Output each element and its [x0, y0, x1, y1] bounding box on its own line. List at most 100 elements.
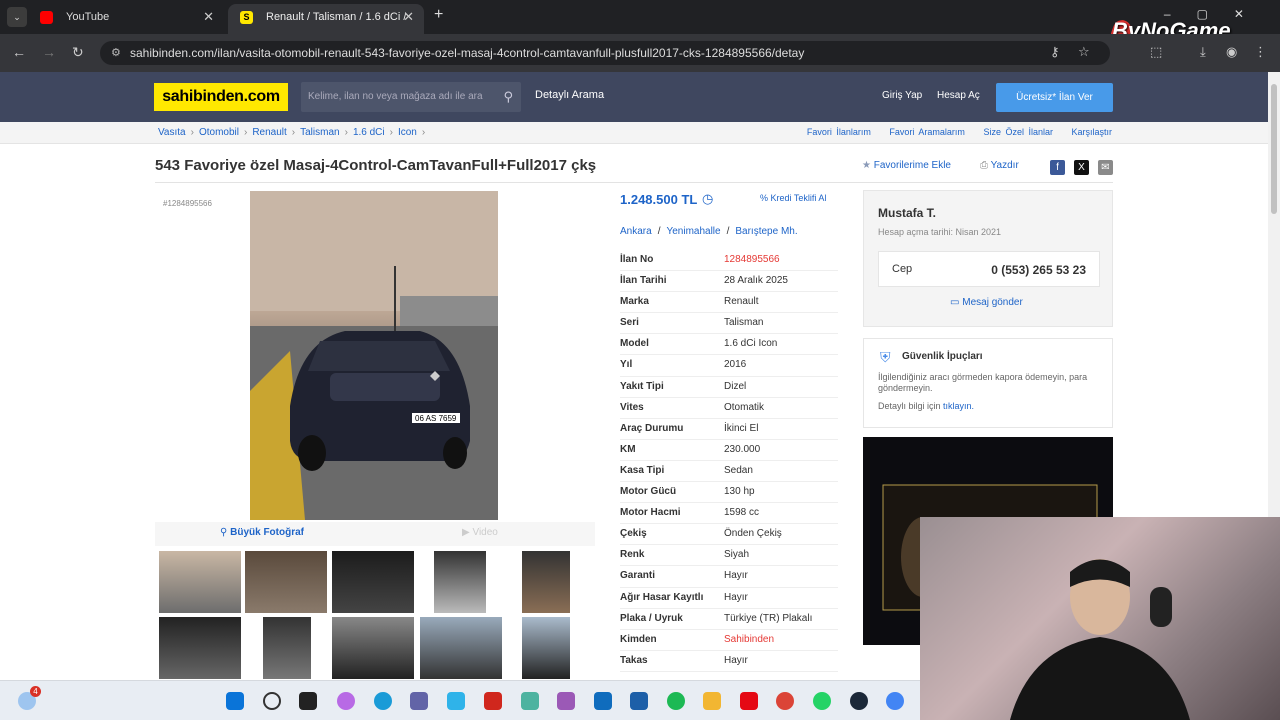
spec-row: Plaka / Uyruk Türkiye (TR) Plakalı: [620, 609, 838, 630]
acrobat-icon[interactable]: [484, 692, 502, 710]
add-favorite-button[interactable]: ★ Favorilerime Ekle: [862, 160, 951, 171]
spec-value: 230.000: [724, 443, 761, 455]
photo-thumbnail[interactable]: [522, 551, 570, 613]
teams-icon[interactable]: [410, 692, 428, 710]
quick-link-favorite-searches[interactable]: Favori Aramalarım: [889, 127, 965, 137]
search-icon[interactable]: ⚲: [503, 82, 513, 112]
spec-key: Kasa Tipi: [620, 464, 665, 476]
whatsapp-icon[interactable]: [813, 692, 831, 710]
phone-label: Cep: [892, 263, 913, 275]
spec-value: Hayır: [724, 570, 748, 582]
quick-link-special-listings[interactable]: Size Özel İlanlar: [983, 127, 1053, 137]
app-icon[interactable]: [447, 692, 465, 710]
password-key-icon[interactable]: ⚷: [1050, 44, 1060, 60]
search-icon[interactable]: [263, 692, 281, 710]
reload-icon[interactable]: ↻: [72, 44, 84, 61]
breadcrumb-item[interactable]: Vasıta: [158, 127, 186, 138]
location-district[interactable]: Yenimahalle: [666, 226, 720, 237]
store-icon[interactable]: [630, 692, 648, 710]
copilot-icon[interactable]: [337, 692, 355, 710]
spec-row: Garanti Hayır: [620, 566, 838, 588]
photo-thumbnail[interactable]: [263, 617, 311, 679]
breadcrumb-item[interactable]: Otomobil: [199, 127, 239, 138]
back-icon[interactable]: ←: [12, 44, 26, 60]
safety-detail-link[interactable]: tıklayın.: [943, 401, 974, 411]
file-explorer-icon[interactable]: [703, 692, 721, 710]
spec-value[interactable]: 1284895566: [724, 250, 780, 270]
breadcrumb-item[interactable]: Icon: [398, 127, 417, 138]
netflix-icon[interactable]: [740, 692, 758, 710]
percent-icon: %: [760, 193, 771, 203]
breadcrumb-item[interactable]: Talisman: [300, 127, 339, 138]
photo-thumbnail[interactable]: [332, 551, 414, 613]
breadcrumb: Vasıta › Otomobil › Renault › Talisman › 1.6 dCi…: [158, 127, 426, 138]
star-icon: ★: [862, 160, 874, 171]
photo-thumbnail[interactable]: [522, 617, 570, 679]
send-message-button[interactable]: ▭ Mesaj gönder: [950, 297, 1023, 308]
signup-link[interactable]: Hesap Aç: [937, 90, 980, 101]
page-scrollbar[interactable]: [1268, 72, 1280, 517]
close-tab-icon[interactable]: ✕: [203, 4, 214, 30]
spec-key: Araç Durumu: [620, 422, 684, 434]
phone-number[interactable]: 0 (553) 265 53 23: [991, 263, 1086, 277]
quick-link-favorite-listings[interactable]: Favori İlanlarım: [807, 127, 871, 137]
site-logo[interactable]: sahibinden.com: [154, 83, 288, 111]
location-city[interactable]: Ankara: [620, 226, 652, 237]
bookmark-star-icon[interactable]: ☆: [1078, 44, 1090, 60]
download-icon[interactable]: ⤓: [1200, 44, 1206, 60]
listing-title: 543 Favoriye özel Masaj-4Control-CamTava…: [155, 157, 597, 174]
scroll-thumb[interactable]: [1271, 84, 1277, 214]
breadcrumb-item[interactable]: 1.6 dCi: [353, 127, 385, 138]
seller-name[interactable]: Mustafa T.: [878, 206, 936, 220]
photo-thumbnail[interactable]: [245, 551, 327, 613]
search-input[interactable]: Kelime, ilan no veya mağaza adı ile ara …: [301, 82, 521, 112]
spec-value[interactable]: Sahibinden: [724, 630, 774, 650]
photoshop-icon[interactable]: [557, 692, 575, 710]
photo-thumbnail[interactable]: [420, 617, 502, 679]
main-car-photo[interactable]: 06 AS 7659: [250, 191, 498, 520]
facebook-share-icon[interactable]: f: [1050, 160, 1065, 175]
menu-icon[interactable]: ⋮: [1254, 44, 1267, 60]
credit-offer-link[interactable]: % Kredi Teklifi Al: [760, 193, 826, 203]
photo-thumbnail[interactable]: [159, 551, 241, 613]
window-controls[interactable]: –▢✕: [1164, 7, 1270, 21]
new-tab-button[interactable]: +: [434, 6, 443, 24]
location-neighborhood[interactable]: Barıştepe Mh.: [735, 226, 797, 237]
detailed-search-link[interactable]: Detaylı Arama: [535, 89, 604, 101]
photo-thumbnail[interactable]: [332, 617, 414, 679]
photo-thumbnail[interactable]: [159, 617, 241, 679]
video-button[interactable]: ▶ Video: [462, 527, 498, 538]
post-ad-button[interactable]: Ücretsiz* İlan Ver: [996, 83, 1113, 112]
x-share-icon[interactable]: X: [1074, 160, 1089, 175]
steam-icon[interactable]: [850, 692, 868, 710]
chrome-icon[interactable]: [776, 692, 794, 710]
edge-icon[interactable]: [374, 692, 392, 710]
site-header: sahibinden.com Kelime, ilan no veya mağa…: [0, 72, 1280, 122]
task-view-icon[interactable]: [299, 692, 317, 710]
extensions-icon[interactable]: ⬚: [1150, 44, 1162, 60]
address-bar[interactable]: ⚙ sahibinden.com/ilan/vasita-otomobil-re…: [100, 41, 1110, 65]
car-photo-illustration: 06 AS 7659: [250, 191, 498, 520]
snipping-tool-icon[interactable]: [521, 692, 539, 710]
site-info-icon[interactable]: ⚙: [111, 41, 121, 65]
windows-start-icon[interactable]: [226, 692, 244, 710]
breadcrumb-item[interactable]: Renault: [252, 127, 286, 138]
tab-title: Renault / Talisman / 1.6 dCi / Ic: [266, 11, 406, 23]
forward-icon[interactable]: →: [42, 44, 56, 60]
tab-search-button[interactable]: ⌄: [7, 7, 27, 27]
profile-icon[interactable]: ◉: [1226, 44, 1237, 60]
tab-renault[interactable]: S Renault / Talisman / 1.6 dCi / Ic ✕: [228, 4, 424, 34]
quick-link-compare[interactable]: Karşılaştır: [1071, 127, 1112, 137]
spec-row: İlan Tarihi 28 Aralık 2025: [620, 271, 838, 293]
chrome-icon[interactable]: [886, 692, 904, 710]
close-tab-icon[interactable]: ✕: [403, 4, 414, 30]
mail-share-icon[interactable]: ✉: [1098, 160, 1113, 175]
spotify-icon[interactable]: [667, 692, 685, 710]
photo-thumbnail[interactable]: [434, 551, 486, 613]
tab-youtube[interactable]: YouTube ✕: [28, 4, 224, 34]
login-link[interactable]: Giriş Yap: [882, 90, 922, 101]
print-button[interactable]: ⎙ Yazdır: [980, 160, 1019, 171]
outlook-icon[interactable]: [594, 692, 612, 710]
price-history-icon[interactable]: ◷: [702, 191, 713, 207]
big-photo-button[interactable]: ⚲ Büyük Fotoğraf: [220, 527, 304, 538]
